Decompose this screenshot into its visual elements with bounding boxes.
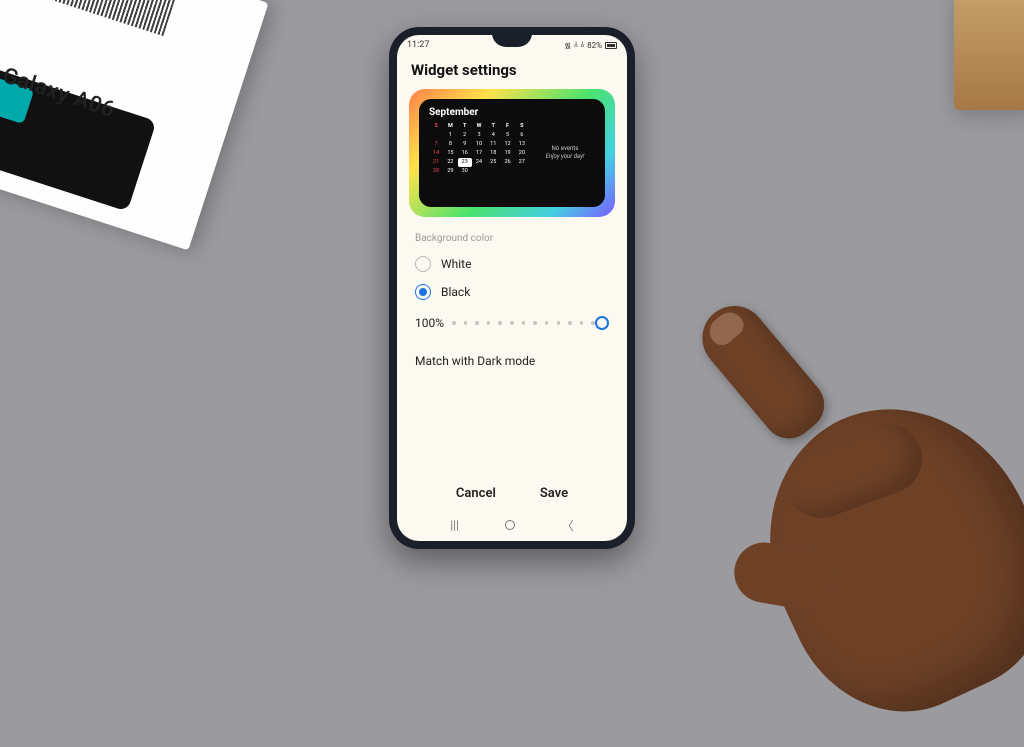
widget-preview-background: September SMTWTFS 1234567891011121314151…: [409, 89, 615, 217]
wifi-icon: ᯾: [564, 40, 571, 51]
calendar-date-cell: 16: [458, 149, 472, 158]
status-time: 11:27: [407, 40, 429, 50]
bg-color-option-black[interactable]: Black: [397, 278, 627, 306]
background-color-section-label: Background color: [397, 229, 627, 250]
calendar-date-cell: 7: [429, 140, 443, 149]
calendar-preview: September SMTWTFS 1234567891011121314151…: [429, 107, 529, 199]
calendar-date-cell: 26: [500, 158, 514, 167]
calendar-date-cell: 8: [443, 140, 457, 149]
calendar-day-header: S: [515, 122, 529, 131]
calendar-day-header: T: [458, 122, 472, 131]
match-dark-mode-row[interactable]: Match with Dark mode: [397, 342, 627, 380]
calendar-date-cell: 4: [486, 131, 500, 140]
slider-ticks: [452, 321, 595, 325]
save-button[interactable]: Save: [540, 486, 568, 501]
calendar-date-cell: [500, 167, 514, 176]
calendar-date-cell: 22: [443, 158, 457, 167]
calendar-day-header: T: [486, 122, 500, 131]
calendar-date-cell: 21: [429, 158, 443, 167]
opacity-value-label: 100%: [415, 316, 444, 330]
calendar-date-cell: 11: [486, 140, 500, 149]
screen: 11:27 ᯾ ⫰ ⫰ 82% Widget settings Septembe…: [397, 35, 627, 541]
calendar-date-cell: 17: [472, 149, 486, 158]
calendar-date-cell: 15: [443, 149, 457, 158]
calendar-date-cell: 14: [429, 149, 443, 158]
calendar-date-cell: 3: [472, 131, 486, 140]
calendar-month-label: September: [429, 107, 529, 118]
hand: [634, 286, 994, 646]
calendar-date-cell: 10: [472, 140, 486, 149]
calendar-day-header: W: [472, 122, 486, 131]
signal-icon: ⫰: [581, 40, 584, 50]
match-dark-mode-label: Match with Dark mode: [415, 354, 535, 368]
no-events-label: No events: [552, 145, 579, 153]
barcode: [30, 0, 181, 36]
calendar-date-cell: 5: [500, 131, 514, 140]
calendar-grid: SMTWTFS 12345678910111213141516171819202…: [429, 122, 529, 176]
opacity-slider[interactable]: [452, 317, 609, 329]
calendar-date-cell: 25: [486, 158, 500, 167]
calendar-day-header: M: [443, 122, 457, 131]
radio-black-label: Black: [441, 285, 470, 299]
phone-device: 11:27 ᯾ ⫰ ⫰ 82% Widget settings Septembe…: [389, 27, 635, 549]
calendar-date-cell: 20: [515, 149, 529, 158]
calendar-day-header: F: [500, 122, 514, 131]
calendar-date-cell: 1: [443, 131, 457, 140]
no-events-sublabel: Enjoy your day!: [546, 153, 585, 161]
recents-button[interactable]: |||: [450, 518, 459, 532]
calendar-date-cell: 30: [458, 167, 472, 176]
status-icons: ᯾ ⫰ ⫰ 82%: [564, 40, 617, 51]
slider-thumb[interactable]: [595, 316, 609, 330]
calendar-date-cell: 23: [458, 158, 472, 167]
cancel-button[interactable]: Cancel: [456, 486, 496, 501]
page-title: Widget settings: [397, 55, 627, 89]
desk-prop: [954, 0, 1024, 110]
calendar-date-cell: 27: [515, 158, 529, 167]
calendar-date-cell: 9: [458, 140, 472, 149]
signal-icon: ⫰: [574, 40, 577, 50]
widget-preview-card: September SMTWTFS 1234567891011121314151…: [419, 99, 605, 207]
bottom-bar: Cancel Save ||| 〈: [397, 476, 627, 541]
calendar-date-cell: [486, 167, 500, 176]
calendar-day-header: S: [429, 122, 443, 131]
opacity-slider-row: 100%: [397, 306, 627, 342]
calendar-date-cell: 2: [458, 131, 472, 140]
bg-color-option-white[interactable]: White: [397, 250, 627, 278]
calendar-date-cell: 18: [486, 149, 500, 158]
calendar-date-cell: [472, 167, 486, 176]
calendar-date-cell: 13: [515, 140, 529, 149]
calendar-date-cell: 12: [500, 140, 514, 149]
back-button[interactable]: 〈: [562, 517, 574, 534]
calendar-date-cell: 24: [472, 158, 486, 167]
radio-white-label: White: [441, 257, 471, 271]
calendar-date-cell: 29: [443, 167, 457, 176]
radio-white[interactable]: [415, 256, 431, 272]
calendar-date-cell: 6: [515, 131, 529, 140]
battery-pct: 82%: [587, 41, 602, 50]
calendar-date-cell: [515, 167, 529, 176]
product-box: Galaxy A06: [0, 0, 269, 250]
home-button[interactable]: [505, 520, 515, 530]
radio-black[interactable]: [415, 284, 431, 300]
calendar-date-cell: [429, 131, 443, 140]
calendar-events-pane: No events Enjoy your day!: [535, 107, 595, 199]
calendar-date-cell: 28: [429, 167, 443, 176]
battery-icon: [605, 42, 617, 49]
calendar-date-cell: 19: [500, 149, 514, 158]
system-nav-bar: ||| 〈: [397, 513, 627, 541]
action-bar: Cancel Save: [397, 476, 627, 513]
